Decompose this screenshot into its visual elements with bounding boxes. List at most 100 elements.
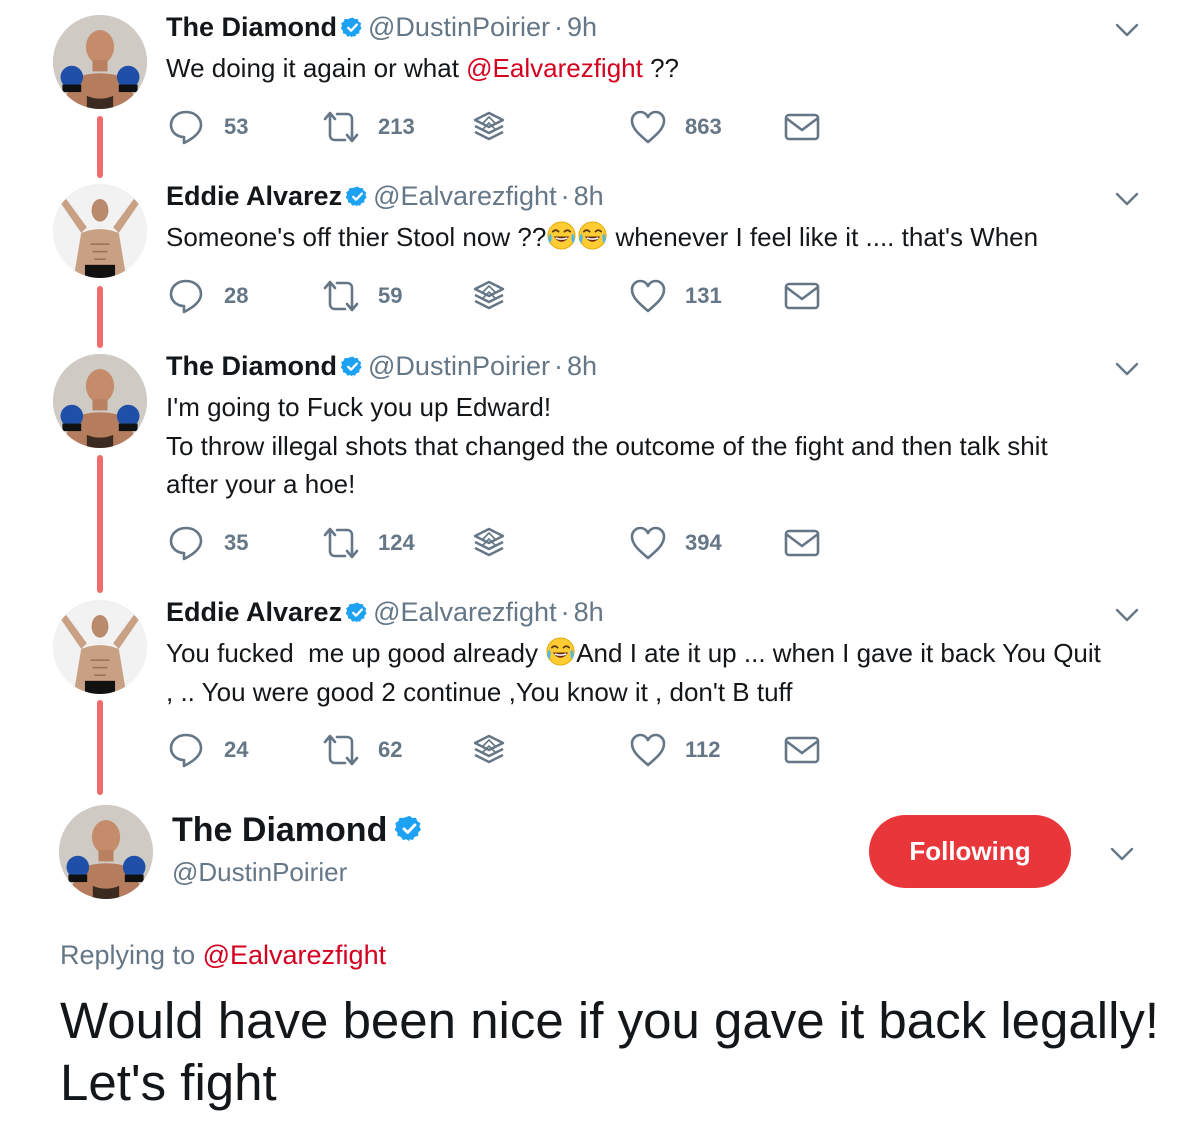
thread-tweet[interactable]: Eddie Alvarez @Ealvarezfight · 8h You fucke… [0, 595, 1200, 785]
reply-button[interactable]: 53 [166, 107, 248, 147]
timestamp[interactable]: 8h [574, 597, 604, 627]
mention-link[interactable]: @Ealvarezfight [466, 53, 643, 83]
direct-message-button[interactable] [782, 107, 822, 147]
user-handle[interactable]: @DustinPoirier [368, 351, 550, 381]
separator: · [553, 351, 563, 381]
heart-icon [628, 107, 668, 147]
retweet-icon [319, 730, 363, 770]
display-name[interactable]: The Diamond [166, 12, 337, 42]
chevron-down-icon[interactable] [1112, 20, 1142, 40]
thread-tweet[interactable]: Eddie Alvarez @Ealvarezfight · 8h Someone's… [0, 179, 1200, 329]
retweet-count: 62 [378, 737, 403, 762]
thread-tweet[interactable]: The Diamond @DustinPoirier · 8h I'm going t… [0, 349, 1200, 574]
retweet-button[interactable]: 59 [319, 276, 402, 316]
following-button[interactable]: Following [869, 815, 1071, 888]
heart-icon [628, 523, 668, 563]
replying-to: Replying to @Ealvarezfight [60, 937, 386, 973]
reply-count: 24 [224, 737, 249, 762]
stack-button[interactable] [469, 730, 509, 770]
tweet-header: Eddie Alvarez @Ealvarezfight · 8h [166, 595, 604, 629]
tweet-text: I'm going to Fuck you up Edward! To thro… [166, 392, 1048, 499]
stack-icon [469, 523, 509, 563]
reply-button[interactable]: 35 [166, 523, 248, 563]
tweet-header: The Diamond @DustinPoirier · 8h [166, 349, 597, 383]
chevron-down-icon[interactable] [1112, 605, 1142, 625]
replying-to-handle[interactable]: @Ealvarezfight [203, 940, 387, 970]
reply-icon [166, 107, 206, 147]
retweet-icon [319, 276, 363, 316]
stack-icon [469, 107, 509, 147]
like-count: 131 [685, 283, 722, 308]
reply-button[interactable]: 24 [166, 730, 248, 770]
timestamp[interactable]: 8h [574, 181, 604, 211]
like-count: 394 [685, 530, 722, 555]
main-display-name[interactable]: The Diamond [172, 808, 424, 852]
envelope-icon [782, 730, 822, 770]
tweet-actions: 53 213 863 [166, 107, 866, 147]
timestamp[interactable]: 8h [567, 351, 597, 381]
reply-icon [166, 276, 206, 316]
tweet-text: You fucked me up good already And I ate … [166, 636, 1109, 707]
avatar[interactable] [53, 354, 147, 448]
tweet-text: Someone's off thier Stool now ?? wheneve… [166, 220, 1039, 252]
chevron-down-icon[interactable] [1112, 359, 1142, 379]
main-tweet-text: Would have been nice if you gave it back… [60, 992, 1160, 1111]
display-name[interactable]: The Diamond [166, 351, 337, 381]
user-handle[interactable]: @Ealvarezfight [373, 597, 557, 627]
face-with-tears-of-joy-emoji [546, 220, 577, 251]
direct-message-button[interactable] [782, 730, 822, 770]
verified-badge-icon [346, 185, 369, 208]
retweet-button[interactable]: 213 [319, 107, 415, 147]
heart-icon [628, 730, 668, 770]
like-button[interactable]: 112 [628, 730, 721, 770]
envelope-icon [782, 276, 822, 316]
retweet-button[interactable]: 124 [319, 523, 415, 563]
direct-message-button[interactable] [782, 276, 822, 316]
retweet-button[interactable]: 62 [319, 730, 402, 770]
retweet-count: 59 [378, 283, 403, 308]
chevron-down-icon[interactable] [1112, 189, 1142, 209]
separator: · [560, 597, 570, 627]
separator: · [560, 181, 570, 211]
heart-icon [628, 276, 668, 316]
reply-count: 35 [224, 530, 249, 555]
verified-badge-icon [341, 16, 364, 39]
face-with-tears-of-joy-emoji [545, 636, 576, 667]
like-count: 863 [685, 114, 722, 139]
like-button[interactable]: 863 [628, 107, 722, 147]
direct-message-button[interactable] [782, 523, 822, 563]
chevron-down-icon[interactable] [1107, 844, 1137, 864]
retweet-count: 213 [378, 114, 415, 139]
display-name[interactable]: Eddie Alvarez [166, 597, 342, 627]
main-avatar[interactable] [59, 805, 153, 899]
avatar[interactable] [53, 184, 147, 278]
thread-tweet[interactable]: The Diamond @DustinPoirier · 9h We doing it… [0, 10, 1200, 160]
reply-button[interactable]: 28 [166, 276, 248, 316]
like-count: 112 [685, 737, 721, 762]
retweet-icon [319, 523, 363, 563]
tweet-header: The Diamond @DustinPoirier · 9h [166, 10, 597, 44]
user-handle[interactable]: @DustinPoirier [368, 12, 550, 42]
avatar[interactable] [53, 15, 147, 109]
stack-button[interactable] [469, 276, 509, 316]
timestamp[interactable]: 9h [567, 12, 597, 42]
tweet-actions: 24 62 112 [166, 730, 866, 770]
replying-prefix: Replying to [60, 940, 203, 970]
tweet-actions: 35 124 394 [166, 523, 866, 563]
stack-button[interactable] [469, 523, 509, 563]
tweet-actions: 28 59 131 [166, 276, 866, 316]
display-name[interactable]: Eddie Alvarez [166, 181, 342, 211]
avatar[interactable] [53, 600, 147, 694]
like-button[interactable]: 131 [628, 276, 722, 316]
like-button[interactable]: 394 [628, 523, 722, 563]
main-user-handle[interactable]: @DustinPoirier [172, 855, 347, 889]
reply-icon [166, 523, 206, 563]
face-with-tears-of-joy-emoji [577, 220, 608, 251]
verified-badge-icon [341, 355, 364, 378]
reply-count: 28 [224, 283, 249, 308]
reply-icon [166, 730, 206, 770]
envelope-icon [782, 107, 822, 147]
tweet-text: We doing it again or what @Ealvarezfight… [166, 53, 680, 83]
user-handle[interactable]: @Ealvarezfight [373, 181, 557, 211]
stack-button[interactable] [469, 107, 509, 147]
